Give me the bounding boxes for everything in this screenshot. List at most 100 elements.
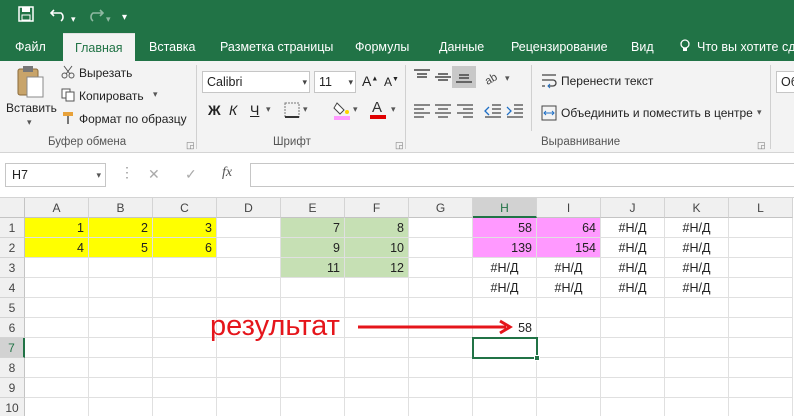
cell-i7[interactable] <box>537 338 601 358</box>
column-header-h[interactable]: H <box>473 198 537 218</box>
formula-input[interactable] <box>250 163 794 187</box>
cell-f10[interactable] <box>345 398 409 416</box>
cell-a10[interactable] <box>25 398 89 416</box>
copy-icon[interactable] <box>61 88 75 105</box>
more-options-icon[interactable]: ⋮ <box>120 164 134 181</box>
cell-h4[interactable]: #Н/Д <box>473 278 537 298</box>
cell-b5[interactable] <box>89 298 153 318</box>
row-header-1[interactable]: 1 <box>0 218 25 238</box>
cell-l4[interactable] <box>729 278 793 298</box>
cell-j3[interactable]: #Н/Д <box>601 258 665 278</box>
row-header-8[interactable]: 8 <box>0 358 25 378</box>
cell-f7[interactable] <box>345 338 409 358</box>
cell-a3[interactable] <box>25 258 89 278</box>
cell-c4[interactable] <box>153 278 217 298</box>
wrap-text-icon[interactable] <box>541 73 557 92</box>
paste-dropdown-icon[interactable]: ▾ <box>27 117 32 128</box>
cell-h1[interactable]: 58 <box>473 218 537 238</box>
alignment-launcher-icon[interactable]: ◲ <box>757 140 766 151</box>
cell-b7[interactable] <box>89 338 153 358</box>
clipboard-launcher-icon[interactable]: ◲ <box>186 140 195 151</box>
cell-i5[interactable] <box>537 298 601 318</box>
cell-l5[interactable] <box>729 298 793 318</box>
align-bottom-icon[interactable] <box>452 66 476 88</box>
align-left-icon[interactable] <box>413 103 431 122</box>
cell-b2[interactable]: 5 <box>89 238 153 258</box>
cell-a2[interactable]: 4 <box>25 238 89 258</box>
borders-icon[interactable] <box>284 102 300 121</box>
font-size-select[interactable]: 11 ▾ <box>314 71 356 93</box>
cell-k2[interactable]: #Н/Д <box>665 238 729 258</box>
cell-c3[interactable] <box>153 258 217 278</box>
cell-j5[interactable] <box>601 298 665 318</box>
cell-k10[interactable] <box>665 398 729 416</box>
cell-f5[interactable] <box>345 298 409 318</box>
cell-g4[interactable] <box>409 278 473 298</box>
undo-dropdown-icon[interactable]: ▾ <box>71 9 76 29</box>
cell-a6[interactable] <box>25 318 89 338</box>
fill-color-icon[interactable] <box>333 100 351 123</box>
orientation-icon[interactable]: ab <box>483 69 504 88</box>
cell-b8[interactable] <box>89 358 153 378</box>
tab-view[interactable]: Вид <box>631 33 654 61</box>
row-header-6[interactable]: 6 <box>0 318 25 338</box>
cut-button[interactable]: Вырезать <box>79 66 132 80</box>
decrease-font-icon[interactable]: A▼ <box>384 75 399 89</box>
tab-home[interactable]: Главная <box>63 33 135 61</box>
cell-k4[interactable]: #Н/Д <box>665 278 729 298</box>
merge-dropdown-icon[interactable]: ▾ <box>757 107 762 118</box>
tab-insert[interactable]: Вставка <box>149 33 195 61</box>
cell-i10[interactable] <box>537 398 601 416</box>
cell-j6[interactable] <box>601 318 665 338</box>
merge-center-icon[interactable] <box>541 105 557 124</box>
font-name-select[interactable]: Calibri ▾ <box>202 71 310 93</box>
cell-c1[interactable]: 3 <box>153 218 217 238</box>
cell-j4[interactable]: #Н/Д <box>601 278 665 298</box>
cell-e2[interactable]: 9 <box>281 238 345 258</box>
tell-me-search[interactable]: Что вы хотите сде <box>697 33 794 61</box>
underline-button[interactable]: Ч <box>250 102 259 118</box>
copy-dropdown-icon[interactable]: ▾ <box>153 89 158 100</box>
cell-c8[interactable] <box>153 358 217 378</box>
cell-k6[interactable] <box>665 318 729 338</box>
cell-e9[interactable] <box>281 378 345 398</box>
cell-a8[interactable] <box>25 358 89 378</box>
cell-c5[interactable] <box>153 298 217 318</box>
column-header-k[interactable]: K <box>665 198 729 218</box>
cell-i4[interactable]: #Н/Д <box>537 278 601 298</box>
cell-f3[interactable]: 12 <box>345 258 409 278</box>
paste-button[interactable]: Вставить <box>6 101 57 115</box>
increase-font-icon[interactable]: A▲ <box>362 73 378 89</box>
cell-b4[interactable] <box>89 278 153 298</box>
number-format-select[interactable]: Об <box>776 71 794 93</box>
row-header-7[interactable]: 7 <box>0 338 25 358</box>
cell-e8[interactable] <box>281 358 345 378</box>
redo-dropdown-icon[interactable]: ▾ <box>106 9 111 29</box>
cell-i8[interactable] <box>537 358 601 378</box>
column-header-d[interactable]: D <box>217 198 281 218</box>
cell-f1[interactable]: 8 <box>345 218 409 238</box>
tab-data[interactable]: Данные <box>439 33 484 61</box>
cell-d2[interactable] <box>217 238 281 258</box>
align-center-icon[interactable] <box>434 103 452 122</box>
spreadsheet-grid[interactable]: A B C D E F G H I J K L 1 1 2 3 7 8 58 64 #Н/Д #Н/Д 2 4 5 6 9 10 139… <box>0 198 794 416</box>
customize-qat-icon[interactable]: ▾ <box>122 8 127 28</box>
cancel-icon[interactable]: ✕ <box>148 166 160 183</box>
tab-page-layout[interactable]: Разметка страницы <box>220 33 333 61</box>
cell-j7[interactable] <box>601 338 665 358</box>
cell-l7[interactable] <box>729 338 793 358</box>
orientation-dropdown-icon[interactable]: ▾ <box>505 73 510 84</box>
column-header-c[interactable]: C <box>153 198 217 218</box>
row-header-3[interactable]: 3 <box>0 258 25 278</box>
align-top-icon[interactable] <box>413 69 431 88</box>
cell-j1[interactable]: #Н/Д <box>601 218 665 238</box>
cell-k7[interactable] <box>665 338 729 358</box>
cell-c10[interactable] <box>153 398 217 416</box>
cell-h5[interactable] <box>473 298 537 318</box>
cell-g2[interactable] <box>409 238 473 258</box>
font-launcher-icon[interactable]: ◲ <box>395 140 404 151</box>
column-header-e[interactable]: E <box>281 198 345 218</box>
save-icon[interactable] <box>18 6 34 28</box>
cell-d1[interactable] <box>217 218 281 238</box>
cell-c6[interactable] <box>153 318 217 338</box>
